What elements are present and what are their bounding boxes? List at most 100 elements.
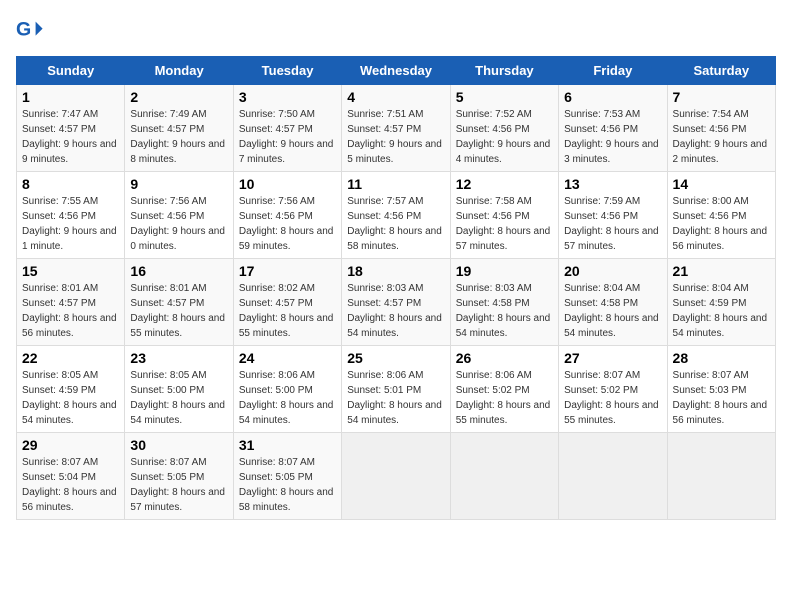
calendar-week-row: 29 Sunrise: 8:07 AM Sunset: 5:04 PM Dayl… (17, 433, 776, 520)
calendar-cell: 7 Sunrise: 7:54 AM Sunset: 4:56 PM Dayli… (667, 85, 775, 172)
day-number: 14 (673, 176, 770, 192)
day-info: Sunrise: 8:04 AM Sunset: 4:59 PM Dayligh… (673, 281, 770, 341)
calendar-cell (667, 433, 775, 520)
weekday-header: Saturday (667, 57, 775, 85)
day-info: Sunrise: 7:58 AM Sunset: 4:56 PM Dayligh… (456, 194, 553, 254)
calendar-cell: 8 Sunrise: 7:55 AM Sunset: 4:56 PM Dayli… (17, 172, 125, 259)
day-info: Sunrise: 7:54 AM Sunset: 4:56 PM Dayligh… (673, 107, 770, 167)
weekday-header: Tuesday (233, 57, 341, 85)
day-info: Sunrise: 8:07 AM Sunset: 5:05 PM Dayligh… (130, 455, 227, 515)
day-info: Sunrise: 7:50 AM Sunset: 4:57 PM Dayligh… (239, 107, 336, 167)
calendar-cell: 16 Sunrise: 8:01 AM Sunset: 4:57 PM Dayl… (125, 259, 233, 346)
day-number: 21 (673, 263, 770, 279)
day-number: 19 (456, 263, 553, 279)
page-header: G (16, 16, 776, 44)
calendar-cell: 26 Sunrise: 8:06 AM Sunset: 5:02 PM Dayl… (450, 346, 558, 433)
day-number: 8 (22, 176, 119, 192)
day-info: Sunrise: 7:49 AM Sunset: 4:57 PM Dayligh… (130, 107, 227, 167)
day-info: Sunrise: 8:07 AM Sunset: 5:02 PM Dayligh… (564, 368, 661, 428)
day-number: 11 (347, 176, 444, 192)
day-info: Sunrise: 7:47 AM Sunset: 4:57 PM Dayligh… (22, 107, 119, 167)
calendar-cell: 27 Sunrise: 8:07 AM Sunset: 5:02 PM Dayl… (559, 346, 667, 433)
day-info: Sunrise: 8:06 AM Sunset: 5:01 PM Dayligh… (347, 368, 444, 428)
calendar-week-row: 8 Sunrise: 7:55 AM Sunset: 4:56 PM Dayli… (17, 172, 776, 259)
calendar-cell: 4 Sunrise: 7:51 AM Sunset: 4:57 PM Dayli… (342, 85, 450, 172)
day-info: Sunrise: 7:56 AM Sunset: 4:56 PM Dayligh… (130, 194, 227, 254)
calendar-cell: 6 Sunrise: 7:53 AM Sunset: 4:56 PM Dayli… (559, 85, 667, 172)
day-number: 20 (564, 263, 661, 279)
day-info: Sunrise: 8:05 AM Sunset: 5:00 PM Dayligh… (130, 368, 227, 428)
day-number: 28 (673, 350, 770, 366)
day-number: 6 (564, 89, 661, 105)
calendar-cell: 5 Sunrise: 7:52 AM Sunset: 4:56 PM Dayli… (450, 85, 558, 172)
day-info: Sunrise: 8:02 AM Sunset: 4:57 PM Dayligh… (239, 281, 336, 341)
day-number: 25 (347, 350, 444, 366)
calendar-cell: 15 Sunrise: 8:01 AM Sunset: 4:57 PM Dayl… (17, 259, 125, 346)
calendar-cell (559, 433, 667, 520)
calendar-cell (342, 433, 450, 520)
day-number: 31 (239, 437, 336, 453)
day-number: 1 (22, 89, 119, 105)
calendar-week-row: 1 Sunrise: 7:47 AM Sunset: 4:57 PM Dayli… (17, 85, 776, 172)
weekday-header: Thursday (450, 57, 558, 85)
day-number: 22 (22, 350, 119, 366)
day-number: 18 (347, 263, 444, 279)
day-info: Sunrise: 8:01 AM Sunset: 4:57 PM Dayligh… (130, 281, 227, 341)
weekday-header-row: SundayMondayTuesdayWednesdayThursdayFrid… (17, 57, 776, 85)
weekday-header: Sunday (17, 57, 125, 85)
day-info: Sunrise: 8:06 AM Sunset: 5:02 PM Dayligh… (456, 368, 553, 428)
calendar-cell: 2 Sunrise: 7:49 AM Sunset: 4:57 PM Dayli… (125, 85, 233, 172)
calendar-cell: 30 Sunrise: 8:07 AM Sunset: 5:05 PM Dayl… (125, 433, 233, 520)
day-info: Sunrise: 8:04 AM Sunset: 4:58 PM Dayligh… (564, 281, 661, 341)
calendar-cell: 18 Sunrise: 8:03 AM Sunset: 4:57 PM Dayl… (342, 259, 450, 346)
weekday-header: Monday (125, 57, 233, 85)
calendar-cell (450, 433, 558, 520)
calendar-cell: 31 Sunrise: 8:07 AM Sunset: 5:05 PM Dayl… (233, 433, 341, 520)
logo-icon: G (16, 16, 44, 44)
calendar-cell: 28 Sunrise: 8:07 AM Sunset: 5:03 PM Dayl… (667, 346, 775, 433)
svg-text:G: G (16, 19, 31, 41)
day-number: 2 (130, 89, 227, 105)
day-info: Sunrise: 8:03 AM Sunset: 4:58 PM Dayligh… (456, 281, 553, 341)
day-info: Sunrise: 8:07 AM Sunset: 5:04 PM Dayligh… (22, 455, 119, 515)
day-info: Sunrise: 7:55 AM Sunset: 4:56 PM Dayligh… (22, 194, 119, 254)
day-number: 9 (130, 176, 227, 192)
calendar-cell: 22 Sunrise: 8:05 AM Sunset: 4:59 PM Dayl… (17, 346, 125, 433)
day-number: 4 (347, 89, 444, 105)
day-info: Sunrise: 8:06 AM Sunset: 5:00 PM Dayligh… (239, 368, 336, 428)
day-info: Sunrise: 8:01 AM Sunset: 4:57 PM Dayligh… (22, 281, 119, 341)
day-info: Sunrise: 8:03 AM Sunset: 4:57 PM Dayligh… (347, 281, 444, 341)
calendar-cell: 25 Sunrise: 8:06 AM Sunset: 5:01 PM Dayl… (342, 346, 450, 433)
logo: G (16, 16, 48, 44)
day-info: Sunrise: 8:07 AM Sunset: 5:03 PM Dayligh… (673, 368, 770, 428)
calendar-cell: 23 Sunrise: 8:05 AM Sunset: 5:00 PM Dayl… (125, 346, 233, 433)
day-number: 23 (130, 350, 227, 366)
day-number: 10 (239, 176, 336, 192)
day-number: 5 (456, 89, 553, 105)
calendar-table: SundayMondayTuesdayWednesdayThursdayFrid… (16, 56, 776, 520)
day-info: Sunrise: 7:56 AM Sunset: 4:56 PM Dayligh… (239, 194, 336, 254)
weekday-header: Wednesday (342, 57, 450, 85)
day-info: Sunrise: 7:53 AM Sunset: 4:56 PM Dayligh… (564, 107, 661, 167)
day-info: Sunrise: 8:00 AM Sunset: 4:56 PM Dayligh… (673, 194, 770, 254)
calendar-cell: 29 Sunrise: 8:07 AM Sunset: 5:04 PM Dayl… (17, 433, 125, 520)
day-number: 16 (130, 263, 227, 279)
calendar-cell: 3 Sunrise: 7:50 AM Sunset: 4:57 PM Dayli… (233, 85, 341, 172)
calendar-cell: 17 Sunrise: 8:02 AM Sunset: 4:57 PM Dayl… (233, 259, 341, 346)
calendar-cell: 1 Sunrise: 7:47 AM Sunset: 4:57 PM Dayli… (17, 85, 125, 172)
day-info: Sunrise: 8:05 AM Sunset: 4:59 PM Dayligh… (22, 368, 119, 428)
calendar-cell: 19 Sunrise: 8:03 AM Sunset: 4:58 PM Dayl… (450, 259, 558, 346)
day-number: 7 (673, 89, 770, 105)
day-number: 30 (130, 437, 227, 453)
day-number: 26 (456, 350, 553, 366)
day-number: 15 (22, 263, 119, 279)
calendar-cell: 20 Sunrise: 8:04 AM Sunset: 4:58 PM Dayl… (559, 259, 667, 346)
calendar-cell: 13 Sunrise: 7:59 AM Sunset: 4:56 PM Dayl… (559, 172, 667, 259)
calendar-cell: 24 Sunrise: 8:06 AM Sunset: 5:00 PM Dayl… (233, 346, 341, 433)
day-number: 17 (239, 263, 336, 279)
calendar-week-row: 22 Sunrise: 8:05 AM Sunset: 4:59 PM Dayl… (17, 346, 776, 433)
day-info: Sunrise: 7:52 AM Sunset: 4:56 PM Dayligh… (456, 107, 553, 167)
day-number: 12 (456, 176, 553, 192)
calendar-cell: 9 Sunrise: 7:56 AM Sunset: 4:56 PM Dayli… (125, 172, 233, 259)
day-info: Sunrise: 7:59 AM Sunset: 4:56 PM Dayligh… (564, 194, 661, 254)
